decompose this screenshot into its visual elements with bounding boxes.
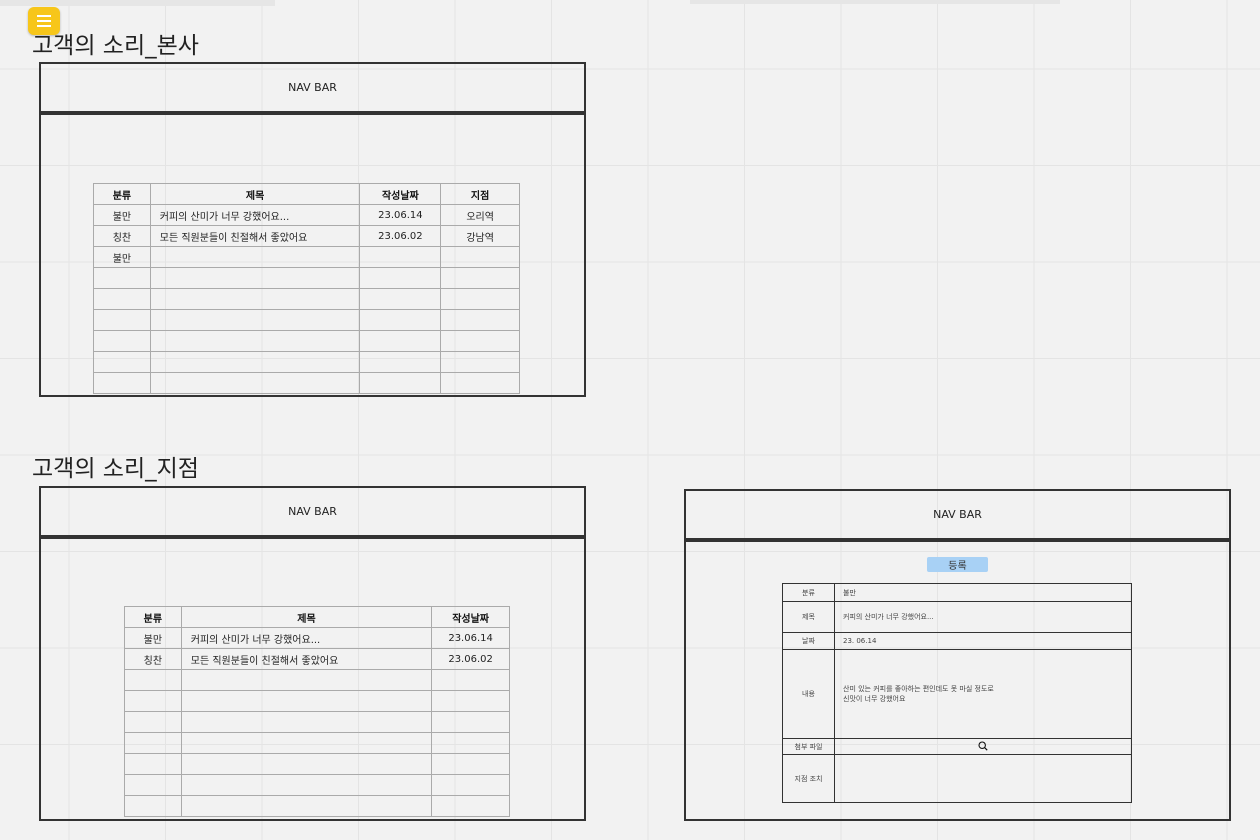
branch-voc-table: 분류 제목 작성날짜 불만 커피의 산미가 너무 강했어요... 23.06.1… [124,606,510,817]
content-line-1: 산미 있는 커피를 좋아하는 편인데도 못 마실 정도로 [843,685,994,693]
top-toolbar-center [690,0,1060,4]
cell-date: 23.06.14 [359,204,442,226]
category-value[interactable]: 불만 [834,583,1132,602]
attachment-label: 첨부 파일 [782,738,835,755]
cell-title [149,246,361,268]
empty-row [124,690,510,712]
column-header-title: 제목 [180,606,433,628]
empty-row [93,372,520,394]
empty-row [124,774,510,796]
column-header-category: 분류 [124,606,182,628]
cell-title[interactable]: 모든 직원분들이 친절해서 좋았어요 [149,225,361,247]
content-label: 내용 [782,649,835,739]
cell-date: 23.06.02 [359,225,442,247]
form-row-date: 날짜 23. 06.14 [782,632,1132,650]
table-row[interactable]: 불만 커피의 산미가 너무 강했어요... 23.06.14 [124,627,510,649]
cell-date: 23.06.14 [431,627,510,649]
column-header-branch: 지점 [440,183,520,205]
cell-title[interactable]: 커피의 산미가 너무 강했어요... [180,627,433,649]
cell-category: 불만 [93,204,151,226]
register-button[interactable]: 등록 [927,557,988,572]
empty-row [93,351,520,373]
content-line-2: 신맛이 너무 강했어요 [843,695,906,703]
hq-navbar: NAV BAR [41,64,584,115]
table-row[interactable]: 불만 커피의 산미가 너무 강했어요... 23.06.14 오리역 [93,204,520,226]
cell-category: 칭찬 [124,648,182,670]
search-icon-glyph [978,740,988,751]
content-value[interactable]: 산미 있는 커피를 좋아하는 편인데도 못 마실 정도로 신맛이 너무 강했어요 [834,649,1132,739]
voc-detail-form: 분류 불만 제목 커피의 산미가 너무 강했어요... 날짜 23. 06.14… [782,583,1132,803]
hq-section-title: 고객의 소리_본사 [32,33,199,59]
table-row[interactable]: 칭찬 모든 직원분들이 친절해서 좋았어요 23.06.02 [124,648,510,670]
action-label: 지점 조치 [782,754,835,803]
cell-category: 불만 [93,246,151,268]
column-header-date: 작성날짜 [431,606,510,628]
table-row[interactable]: 불만 [93,246,520,268]
cell-date [359,246,442,268]
column-header-title: 제목 [149,183,361,205]
cell-branch: 강남역 [440,225,520,247]
form-row-title: 제목 커피의 산미가 너무 강했어요... [782,601,1132,633]
title-value[interactable]: 커피의 산미가 너무 강했어요... [834,601,1132,633]
search-icon[interactable] [978,740,988,753]
form-row-action: 지점 조치 [782,754,1132,803]
empty-row [124,711,510,733]
category-label: 분류 [782,583,835,602]
cell-title[interactable]: 모든 직원분들이 친절해서 좋았어요 [180,648,433,670]
hq-voc-table: 분류 제목 작성날짜 지점 불만 커피의 산미가 너무 강했어요... 23.0… [93,183,520,394]
title-label: 제목 [782,601,835,633]
action-value[interactable] [834,754,1132,803]
top-toolbar-left [0,0,275,6]
form-row-attachment: 첨부 파일 [782,738,1132,755]
cell-date: 23.06.02 [431,648,510,670]
table-header-row: 분류 제목 작성날짜 지점 [93,183,520,205]
empty-row [124,732,510,754]
cell-title[interactable]: 커피의 산미가 너무 강했어요... [149,204,361,226]
form-row-category: 분류 불만 [782,583,1132,602]
cell-category: 칭찬 [93,225,151,247]
empty-row [93,267,520,289]
column-header-category: 분류 [93,183,151,205]
attachment-field[interactable] [834,738,1132,755]
cell-category: 불만 [124,627,182,649]
empty-row [124,795,510,817]
empty-row [93,330,520,352]
branch-section-title: 고객의 소리_지점 [32,456,199,482]
empty-row [93,288,520,310]
cell-branch: 오리역 [440,204,520,226]
empty-row [124,669,510,691]
date-label: 날짜 [782,632,835,650]
cell-branch [440,246,520,268]
empty-row [124,753,510,775]
detail-navbar: NAV BAR [686,491,1229,542]
table-row[interactable]: 칭찬 모든 직원분들이 친절해서 좋았어요 23.06.02 강남역 [93,225,520,247]
branch-navbar: NAV BAR [41,488,584,539]
form-row-content: 내용 산미 있는 커피를 좋아하는 편인데도 못 마실 정도로 신맛이 너무 강… [782,649,1132,739]
table-header-row: 분류 제목 작성날짜 [124,606,510,628]
empty-row [93,309,520,331]
column-header-date: 작성날짜 [359,183,442,205]
date-value[interactable]: 23. 06.14 [834,632,1132,650]
